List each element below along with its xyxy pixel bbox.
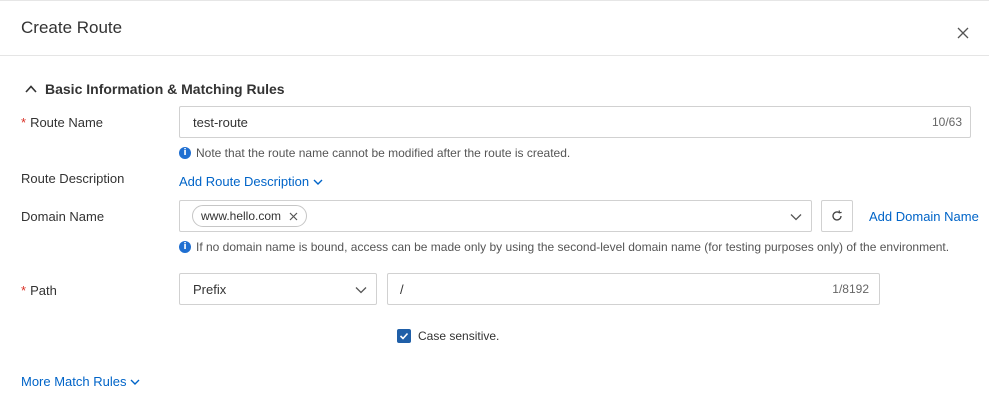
add-route-description-link[interactable]: Add Route Description (179, 174, 324, 189)
domain-name-hint-text: If no domain name is bound, access can b… (196, 240, 950, 254)
header-divider (0, 55, 989, 56)
domain-name-select[interactable]: www.hello.com (179, 200, 812, 232)
top-border (0, 0, 989, 1)
path-match-type-select[interactable]: Prefix (179, 273, 377, 305)
chevron-down-icon (130, 379, 140, 385)
required-mark: * (21, 283, 27, 298)
close-icon[interactable] (953, 23, 973, 43)
case-sensitive-checkbox[interactable]: Case sensitive. (397, 329, 499, 343)
path-input[interactable]: / 1/8192 (387, 273, 880, 305)
required-mark: * (21, 115, 27, 130)
refresh-icon (832, 210, 842, 221)
route-name-hint-text: Note that the route name cannot be modif… (196, 146, 571, 160)
domain-name-hint: i If no domain name is bound, access can… (179, 240, 949, 254)
path-match-type-value: Prefix (193, 282, 227, 297)
case-sensitive-label: Case sensitive. (418, 329, 500, 343)
route-name-value: test-route (193, 115, 248, 130)
domain-tag: www.hello.com (192, 205, 308, 227)
info-icon: i (179, 147, 191, 159)
checkbox-checked-icon[interactable] (397, 329, 411, 343)
chevron-down-icon (313, 179, 323, 185)
info-icon: i (179, 241, 191, 253)
path-label: * Path (21, 283, 57, 298)
domain-tag-label: www.hello.com (201, 209, 282, 223)
section-title: Basic Information & Matching Rules (45, 81, 285, 97)
add-domain-name-link[interactable]: Add Domain Name (869, 209, 979, 224)
chevron-down-icon (355, 287, 367, 294)
route-name-label-text: Route Name (30, 115, 104, 130)
more-match-rules-text: More Match Rules (21, 374, 127, 389)
chevron-up-icon[interactable] (24, 82, 38, 96)
more-match-rules-link[interactable]: More Match Rules (21, 374, 141, 389)
section-header-basic-info[interactable]: Basic Information & Matching Rules (24, 80, 285, 98)
domain-name-label: Domain Name (21, 209, 105, 224)
route-name-counter: 10/63 (931, 115, 962, 129)
path-counter: 1/8192 (832, 282, 869, 296)
remove-tag-icon[interactable] (289, 212, 298, 221)
refresh-button[interactable] (821, 200, 853, 232)
route-description-label: Route Description (21, 171, 125, 186)
add-route-description-text: Add Route Description (179, 174, 310, 189)
route-name-hint: i Note that the route name cannot be mod… (179, 146, 570, 160)
dialog-title: Create Route (21, 18, 123, 37)
route-name-input[interactable]: test-route 10/63 (179, 106, 971, 138)
route-name-label: * Route Name (21, 115, 103, 130)
chevron-down-icon[interactable] (789, 210, 803, 224)
path-label-text: Path (30, 283, 57, 298)
path-value: / (400, 282, 404, 297)
